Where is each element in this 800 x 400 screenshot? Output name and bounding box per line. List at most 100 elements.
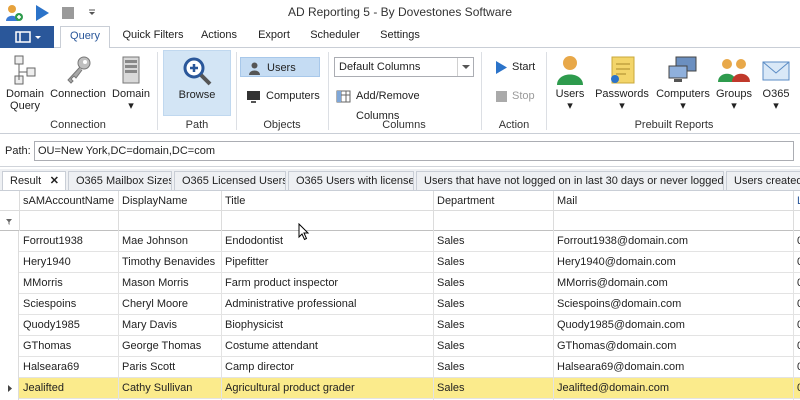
filter-cell-title[interactable] <box>222 211 434 231</box>
tab-result[interactable]: Result ✕ <box>2 171 66 190</box>
cell-mail[interactable]: Forrout1938@domain.com <box>554 231 794 252</box>
column-header-l[interactable]: L <box>794 191 800 211</box>
filter-cell-mail[interactable] <box>554 211 794 231</box>
cell-displayname[interactable]: Mason Morris <box>119 273 222 294</box>
cell-title[interactable]: Farm product inspector <box>222 273 434 294</box>
column-header-title[interactable]: Title <box>222 191 434 211</box>
cell-title[interactable]: Endodontist <box>222 231 434 252</box>
tab-users-not-logged-on[interactable]: Users that have not logged on in last 30… <box>416 171 724 190</box>
cell-department[interactable]: Sales <box>434 357 554 378</box>
computers-toggle[interactable]: Computers <box>240 86 324 106</box>
tab-scheduler[interactable]: Scheduler <box>306 29 364 41</box>
cell-samaccountname[interactable]: Sciespoins <box>20 294 119 315</box>
cell-department[interactable]: Sales <box>434 273 554 294</box>
table-row[interactable]: Forrout1938 Mae Johnson Endodontist Sales Fo… <box>0 231 800 252</box>
cell-mail[interactable]: GThomas@domain.com <box>554 336 794 357</box>
column-set-select[interactable]: Default Columns <box>334 57 474 77</box>
cell-samaccountname[interactable]: GThomas <box>20 336 119 357</box>
cell-samaccountname[interactable]: Hery1940 <box>20 252 119 273</box>
cell-department[interactable]: Sales <box>434 336 554 357</box>
cell-displayname[interactable]: George Thomas <box>119 336 222 357</box>
prebuilt-computers-button[interactable]: Computers ▾ <box>654 50 712 116</box>
cell-title[interactable]: Costume attendant <box>222 336 434 357</box>
tab-quick-filters[interactable]: Quick Filters <box>118 29 188 41</box>
cell-samaccountname[interactable]: Halseara69 <box>20 357 119 378</box>
connection-button[interactable]: Connection <box>50 50 106 116</box>
cell-l[interactable]: 0 <box>794 315 800 336</box>
tab-query[interactable]: Query <box>60 26 110 49</box>
column-header-department[interactable]: Department <box>434 191 554 211</box>
cell-mail[interactable]: Sciespoins@domain.com <box>554 294 794 315</box>
cell-title[interactable]: Camp director <box>222 357 434 378</box>
cell-l[interactable]: 0 <box>794 273 800 294</box>
row-indicator[interactable] <box>0 252 19 273</box>
tab-users-created[interactable]: Users created <box>726 171 800 190</box>
cell-mail[interactable]: Hery1940@domain.com <box>554 252 794 273</box>
cell-samaccountname[interactable]: Forrout1938 <box>20 231 119 252</box>
cell-l[interactable]: 0 <box>794 231 800 252</box>
cell-department[interactable]: Sales <box>434 252 554 273</box>
cell-title[interactable]: Agricultural product grader <box>222 378 434 399</box>
cell-l[interactable]: 0 <box>794 357 800 378</box>
cell-samaccountname[interactable]: Quody1985 <box>20 315 119 336</box>
add-remove-columns-button[interactable]: Add/Remove Columns <box>330 86 460 122</box>
cell-department[interactable]: Sales <box>434 231 554 252</box>
cell-displayname[interactable]: Mae Johnson <box>119 231 222 252</box>
tab-actions[interactable]: Actions <box>196 29 242 41</box>
tab-export[interactable]: Export <box>252 29 296 41</box>
row-indicator[interactable] <box>0 315 19 336</box>
cell-mail[interactable]: Halseara69@domain.com <box>554 357 794 378</box>
table-row[interactable]: Quody1985 Mary Davis Biophysicist Sales Quod… <box>0 315 800 336</box>
cell-title[interactable]: Pipefitter <box>222 252 434 273</box>
column-header-mail[interactable]: Mail <box>554 191 794 211</box>
cell-mail[interactable]: Jealifted@domain.com <box>554 378 794 399</box>
cell-department[interactable]: Sales <box>434 378 554 399</box>
start-button[interactable]: Start <box>486 57 542 77</box>
row-indicator[interactable] <box>0 273 19 294</box>
prebuilt-users-button[interactable]: Users ▾ <box>550 50 590 116</box>
cell-l[interactable]: 0 <box>794 378 800 399</box>
prebuilt-groups-button[interactable]: Groups ▾ <box>714 50 754 116</box>
row-indicator[interactable] <box>0 294 19 315</box>
cell-l[interactable]: 0 <box>794 294 800 315</box>
path-input[interactable]: OU=New York,DC=domain,DC=com <box>34 141 794 161</box>
table-row[interactable]: Hery1940 Timothy Benavides Pipefitter Sales… <box>0 252 800 273</box>
cell-title[interactable]: Biophysicist <box>222 315 434 336</box>
cell-samaccountname[interactable]: Jealifted <box>20 378 119 399</box>
filter-cell-department[interactable] <box>434 211 554 231</box>
table-row[interactable]: GThomas George Thomas Costume attendant Sal… <box>0 336 800 357</box>
domain-button[interactable]: Domain ▾ <box>108 50 154 116</box>
prebuilt-o365-button[interactable]: O365 ▾ <box>756 50 796 116</box>
cell-department[interactable]: Sales <box>434 315 554 336</box>
cell-samaccountname[interactable]: MMorris <box>20 273 119 294</box>
filter-cell-samaccountname[interactable] <box>20 211 119 231</box>
cell-displayname[interactable]: Cheryl Moore <box>119 294 222 315</box>
close-icon[interactable]: ✕ <box>50 172 59 190</box>
cell-l[interactable]: 0 <box>794 336 800 357</box>
users-toggle[interactable]: Users <box>240 57 320 77</box>
row-indicator[interactable] <box>0 336 19 357</box>
tab-o365-mailbox-sizes[interactable]: O365 Mailbox Sizes <box>68 171 172 190</box>
cell-displayname[interactable]: Timothy Benavides <box>119 252 222 273</box>
cell-displayname[interactable]: Paris Scott <box>119 357 222 378</box>
row-indicator[interactable] <box>0 378 19 399</box>
cell-title[interactable]: Administrative professional <box>222 294 434 315</box>
column-header-displayname[interactable]: DisplayName <box>119 191 222 211</box>
table-row[interactable]: Jealifted Cathy Sullivan Agricultural prod… <box>0 378 800 399</box>
cell-displayname[interactable]: Cathy Sullivan <box>119 378 222 399</box>
cell-mail[interactable]: Quody1985@domain.com <box>554 315 794 336</box>
row-indicator[interactable] <box>0 357 19 378</box>
file-menu-button[interactable] <box>0 26 54 48</box>
domain-query-button[interactable]: Domain Query <box>2 50 48 116</box>
stop-button[interactable]: Stop <box>486 86 542 106</box>
table-row[interactable]: MMorris Mason Morris Farm product inspecto… <box>0 273 800 294</box>
tab-settings[interactable]: Settings <box>374 29 426 41</box>
cell-l[interactable]: 0 <box>794 252 800 273</box>
column-header-samaccountname[interactable]: sAMAccountName <box>20 191 119 211</box>
browse-button[interactable]: Browse <box>163 50 231 116</box>
table-row[interactable]: Sciespoins Cheryl Moore Administrative pro… <box>0 294 800 315</box>
prebuilt-passwords-button[interactable]: Passwords ▾ <box>594 50 650 116</box>
row-indicator[interactable] <box>0 231 19 252</box>
filter-cell-l[interactable] <box>794 211 800 231</box>
cell-mail[interactable]: MMorris@domain.com <box>554 273 794 294</box>
